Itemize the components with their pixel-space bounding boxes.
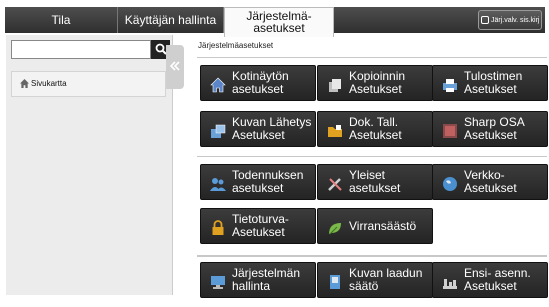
image-quality-icon [330,275,340,289]
folder-icon [328,125,342,137]
copy-icon [329,79,341,92]
home-screen-settings-tile[interactable]: Kotinäytön asetukset [200,65,316,101]
admin-logout-label: Järj.valv. sis.kirj [491,17,540,24]
sidebar-item-label: Sivukartta [31,79,67,88]
tile-label: Kuvan laadun säätö [349,266,423,293]
lock-icon [212,220,224,235]
sidebar-collapse-handle[interactable] [166,45,184,89]
home-icon [20,79,29,89]
tab-kayttajan-hallinta[interactable]: Käyttäjän hallinta [118,7,224,33]
printer-icon [443,79,457,92]
search-icon [155,43,167,55]
tile-label: Tietoturva- Asetukset [232,212,289,239]
authentication-settings-tile[interactable]: Todennuksen asetukset [200,164,316,200]
home-icon [210,77,226,93]
network-settings-tile[interactable]: Verkko- Asetukset [432,164,548,200]
image-send-icon [211,124,226,138]
search-input[interactable] [11,40,151,59]
document-filing-settings-tile[interactable]: Dok. Tall. Asetukset [317,111,433,147]
tile-label: Yleiset asetukset [349,168,401,195]
tab-tila[interactable]: Tila [5,7,118,33]
tab-bar: Tila Käyttäjän hallinta Järjestelmä- ase… [5,7,545,37]
tile-label: Todennuksen asetukset [232,168,304,195]
sidebar: Sivukartta [6,35,173,295]
system-control-tile[interactable]: Järjestelmän hallinta [200,262,316,298]
sidebar-item-sivukartta[interactable]: Sivukartta [11,71,166,97]
tile-label: Virransäästö [349,219,417,233]
energy-save-tile[interactable]: Virransäästö [317,208,433,244]
tile-label: Verkko- Asetukset [464,168,517,195]
monitor-icon [211,276,225,289]
tile-label: Ensi- asenn. Asetukset [464,266,531,293]
general-settings-tile[interactable]: Yleiset asetukset [317,164,433,200]
tile-label: Sharp OSA Asetukset [464,115,525,142]
tools-icon [328,178,342,191]
users-icon [210,178,226,191]
leaf-icon [329,223,341,235]
initial-setup-settings-tile[interactable]: Ensi- asenn. Asetukset [432,262,548,298]
sharp-osa-icon [443,124,457,138]
security-settings-tile[interactable]: Tietoturva- Asetukset [200,208,316,244]
tile-label: Järjestelmän hallinta [232,266,301,293]
tile-label: Tulostimen Asetukset [464,69,523,96]
image-quality-adjustment-tile[interactable]: Kuvan laadun säätö [317,262,433,298]
logout-icon [481,16,489,25]
tab-jarjestelma-asetukset[interactable]: Järjestelmä- asetukset [224,7,334,37]
admin-logout-button[interactable]: Järj.valv. sis.kirj [478,10,542,30]
double-chevron-left-icon [170,61,180,71]
image-send-settings-tile[interactable]: Kuvan Lähetys Asetukset [200,111,316,147]
globe-icon [443,177,457,191]
tile-label: Kotinäytön asetukset [232,69,289,96]
sharp-osa-settings-tile[interactable]: Sharp OSA Asetukset [432,111,548,147]
setup-icon [443,279,457,289]
tile-label: Kuvan Lähetys Asetukset [232,115,312,142]
tile-label: Kopioinnin Asetukset [349,69,406,96]
breadcrumb: Järjestelmäasetukset [198,41,274,50]
tile-label: Dok. Tall. Asetukset [349,115,402,142]
copy-settings-tile[interactable]: Kopioinnin Asetukset [317,65,433,101]
printer-settings-tile[interactable]: Tulostimen Asetukset [432,65,548,101]
tab-bar-filler: Järj.valv. sis.kirj [334,7,545,33]
